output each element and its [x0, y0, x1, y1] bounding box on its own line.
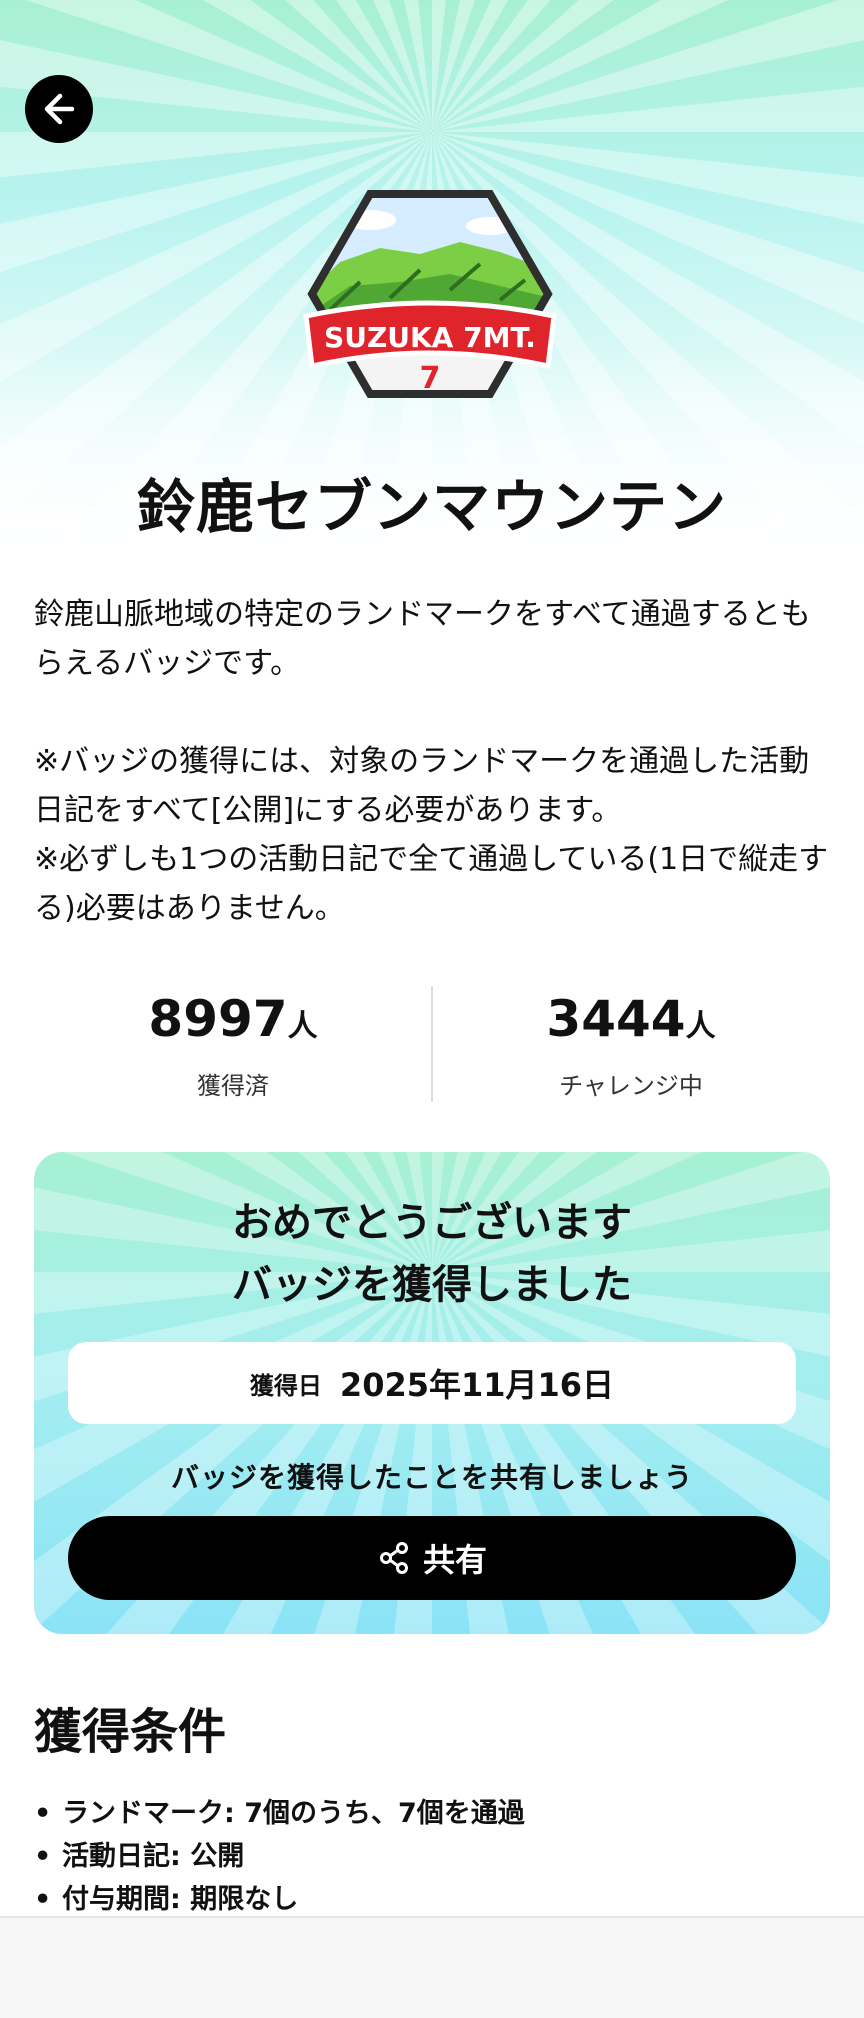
stat-acquired-value: 8997 — [148, 990, 288, 1048]
acquired-date-box: 獲得日 2025年11月16日 — [68, 1342, 796, 1424]
conditions-title: 獲得条件 — [34, 1704, 227, 1760]
share-icon — [379, 1542, 408, 1574]
stat-challenging-value: 3444 — [546, 990, 686, 1048]
svg-text:7: 7 — [420, 361, 441, 396]
bottom-bar — [0, 1916, 864, 2018]
acquired-card: おめでとうございます バッジを獲得しました 獲得日 2025年11月16日 バッ… — [34, 1152, 830, 1634]
condition-item: • 付与期間: 期限なし — [34, 1884, 299, 1915]
suzuka-badge-image: SUZUKA 7MT. 7 — [303, 190, 557, 398]
back-button[interactable] — [25, 75, 93, 143]
stat-challenging: 3444人 チャレンジ中 — [432, 986, 830, 1101]
condition-item: • 活動日記: 公開 — [34, 1841, 245, 1872]
stat-acquired-unit: 人 — [287, 1009, 318, 1044]
acquired-date-label: 獲得日 — [249, 1371, 322, 1400]
description-note-1: ※バッジの獲得には、対象のランドマークを通過した活動日記をすべて[公開]にする必… — [34, 744, 810, 828]
congrats-message: おめでとうございます バッジを獲得しました — [34, 1192, 830, 1316]
share-button-label: 共有 — [422, 1541, 487, 1579]
description-note-2: ※必ずしも1つの活動日記で全て通過している(1日で縦走する)必要はありません。 — [34, 842, 829, 926]
share-hint: バッジを獲得したことを共有しましょう — [170, 1461, 693, 1494]
page-title: 鈴鹿セブンマウンテン — [136, 473, 727, 541]
stat-challenging-label: チャレンジ中 — [559, 1072, 703, 1100]
badge-stats: 8997人 獲得済 3444人 チャレンジ中 — [34, 986, 830, 1102]
stat-acquired: 8997人 獲得済 — [34, 986, 432, 1101]
stat-challenging-unit: 人 — [685, 1009, 716, 1044]
svg-text:SUZUKA 7MT.: SUZUKA 7MT. — [324, 321, 536, 354]
description-text: 鈴鹿山脈地域の特定のランドマークをすべて通過するともらえるバッジです。 — [34, 597, 811, 681]
arrow-left-icon — [44, 93, 75, 125]
congrats-line-2: バッジを獲得しました — [232, 1262, 632, 1308]
condition-item: • ランドマーク: 7個のうち、7個を通過 — [34, 1798, 525, 1829]
conditions-list: • ランドマーク: 7個のうち、7個を通過 • 活動日記: 公開 • 付与期間: 期限… — [34, 1792, 830, 1921]
badge-logo: SUZUKA 7MT. 7 — [300, 190, 560, 420]
acquired-date-value: 2025年11月16日 — [339, 1366, 615, 1404]
badge-description: 鈴鹿山脈地域の特定のランドマークをすべて通過するともらえるバッジです。 ※バッジ… — [34, 590, 830, 933]
congrats-line-1: おめでとうございます — [232, 1200, 632, 1246]
stat-acquired-label: 獲得済 — [197, 1072, 269, 1100]
share-button[interactable]: 共有 — [68, 1516, 796, 1600]
